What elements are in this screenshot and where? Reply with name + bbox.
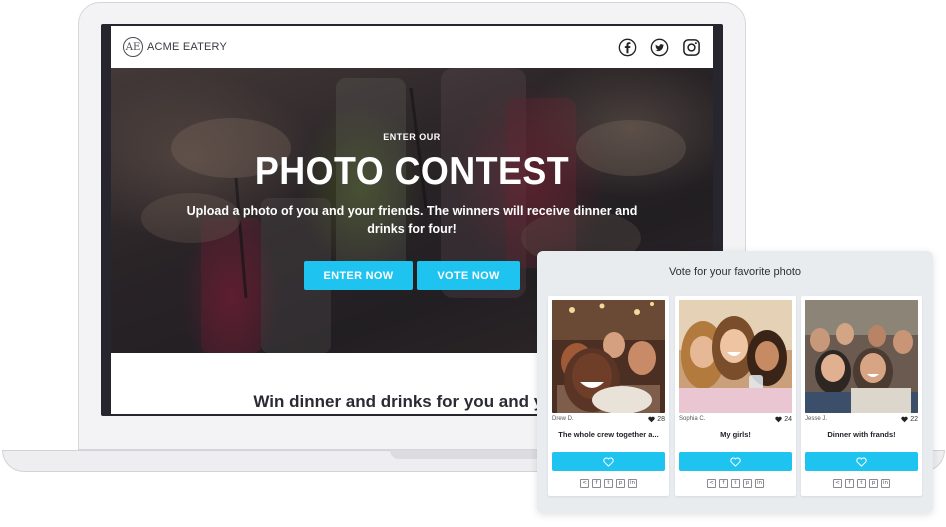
vote-count: 22 bbox=[901, 416, 918, 423]
share-icon[interactable]: < bbox=[833, 479, 842, 488]
social-links bbox=[617, 37, 701, 57]
share-row: < f t p in bbox=[675, 479, 796, 488]
heart-outline-icon bbox=[603, 456, 614, 467]
vote-count-value: 24 bbox=[784, 416, 792, 423]
entry-author: Drew D. bbox=[552, 416, 574, 422]
pinterest-icon[interactable]: p bbox=[743, 479, 752, 488]
vote-panel: Vote for your favorite photo Drew D. 28 … bbox=[537, 251, 933, 513]
laptop-notch bbox=[390, 450, 555, 459]
share-row: < f t p in bbox=[801, 479, 922, 488]
heart-outline-icon bbox=[730, 456, 741, 467]
entry-meta: Sophia C. 24 bbox=[679, 416, 792, 423]
vote-count-value: 22 bbox=[910, 416, 918, 423]
vote-button[interactable] bbox=[552, 452, 665, 471]
pinterest-icon[interactable]: p bbox=[869, 479, 878, 488]
hero-title: PHOTO CONTEST bbox=[254, 150, 570, 193]
entry-caption: The whole crew together a... bbox=[558, 430, 659, 439]
share-row: < f t p in bbox=[548, 479, 669, 488]
entry-meta: Jesse J. 22 bbox=[805, 416, 918, 423]
heart-icon bbox=[775, 416, 782, 423]
vote-count-value: 28 bbox=[657, 416, 665, 423]
vote-button[interactable] bbox=[805, 452, 918, 471]
photo-card[interactable]: Drew D. 28 The whole crew together a... … bbox=[548, 296, 669, 496]
vote-now-button[interactable]: VOTE NOW bbox=[417, 261, 520, 290]
twitter-icon[interactable]: t bbox=[857, 479, 866, 488]
facebook-icon[interactable]: f bbox=[719, 479, 728, 488]
linkedin-icon[interactable]: in bbox=[755, 479, 764, 488]
entry-author: Sophia C. bbox=[679, 416, 706, 422]
twitter-icon[interactable]: t bbox=[604, 479, 613, 488]
photo-card[interactable]: Sophia C. 24 My girls! < f t p in bbox=[675, 296, 796, 496]
entry-meta: Drew D. 28 bbox=[552, 416, 665, 423]
hero-subtitle: Upload a photo of you and your friends. … bbox=[186, 204, 638, 236]
heart-icon bbox=[901, 416, 908, 423]
facebook-icon[interactable]: f bbox=[845, 479, 854, 488]
vote-panel-title: Vote for your favorite photo bbox=[668, 266, 802, 278]
hero-eyebrow: ENTER OUR bbox=[383, 132, 441, 142]
entry-photo[interactable] bbox=[679, 300, 792, 413]
vote-count: 28 bbox=[648, 416, 665, 423]
entry-photo[interactable] bbox=[805, 300, 918, 413]
heart-outline-icon bbox=[856, 456, 867, 467]
marketing-composite: AE ACME EATERY ENTER OUR PHOTO CONTEST U… bbox=[0, 0, 946, 527]
entry-caption: My girls! bbox=[720, 430, 751, 439]
site-header: AE ACME EATERY bbox=[111, 26, 713, 68]
facebook-icon[interactable] bbox=[617, 37, 637, 57]
share-icon[interactable]: < bbox=[707, 479, 716, 488]
twitter-icon[interactable] bbox=[649, 37, 669, 57]
heart-icon bbox=[648, 416, 655, 423]
vote-count: 24 bbox=[775, 416, 792, 423]
linkedin-icon[interactable]: in bbox=[628, 479, 637, 488]
linkedin-icon[interactable]: in bbox=[881, 479, 890, 488]
logo-text[interactable]: ACME EATERY bbox=[147, 41, 227, 53]
photo-card[interactable]: Jesse J. 22 Dinner with frands! < f t p … bbox=[801, 296, 922, 496]
enter-now-button[interactable]: ENTER NOW bbox=[304, 261, 413, 290]
logo-icon[interactable]: AE bbox=[123, 37, 143, 57]
pinterest-icon[interactable]: p bbox=[616, 479, 625, 488]
entry-author: Jesse J. bbox=[805, 416, 828, 422]
entry-photo[interactable] bbox=[552, 300, 665, 413]
share-icon[interactable]: < bbox=[580, 479, 589, 488]
instagram-icon[interactable] bbox=[681, 37, 701, 57]
entry-caption: Dinner with frands! bbox=[827, 430, 896, 439]
facebook-icon[interactable]: f bbox=[592, 479, 601, 488]
vote-button[interactable] bbox=[679, 452, 792, 471]
twitter-icon[interactable]: t bbox=[731, 479, 740, 488]
